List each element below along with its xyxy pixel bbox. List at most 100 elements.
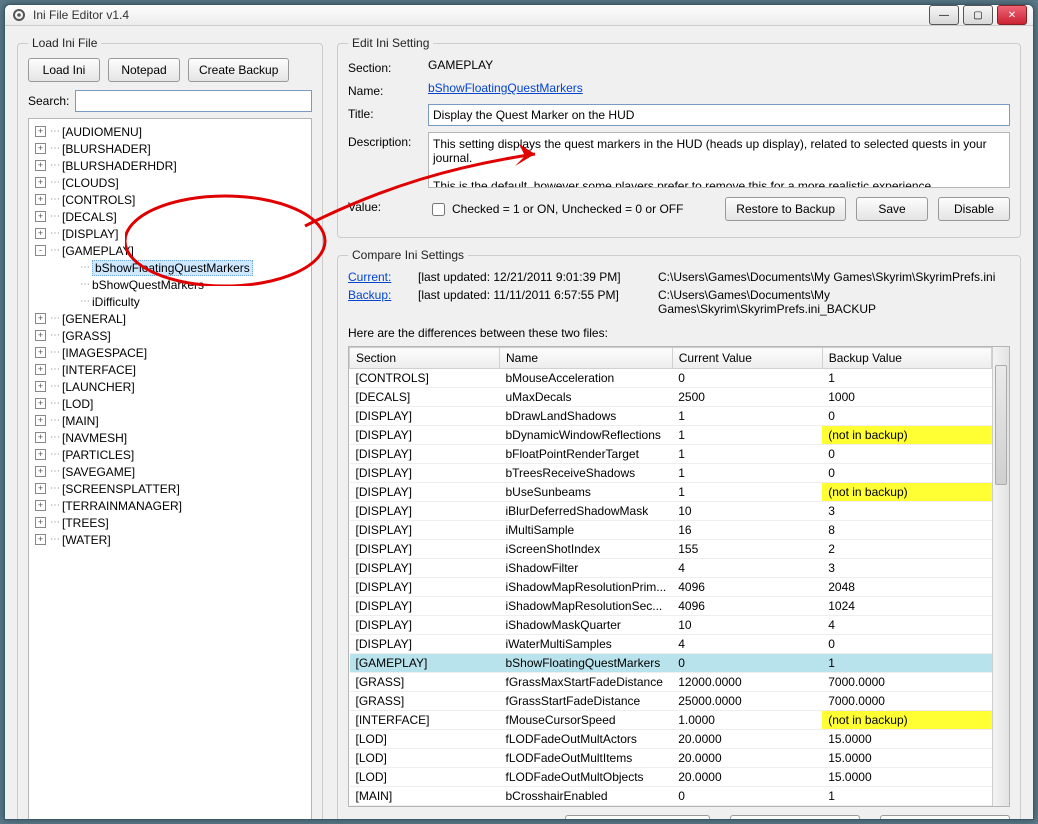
restore-to-backup-button[interactable]: Restore to Backup (725, 197, 846, 221)
title-input[interactable] (428, 104, 1010, 126)
search-input[interactable] (75, 90, 312, 112)
table-row[interactable]: [DISPLAY]iShadowMapResolutionPrim...4096… (350, 578, 992, 597)
minimize-button[interactable]: — (929, 5, 959, 25)
disable-button[interactable]: Disable (938, 197, 1010, 221)
expand-icon[interactable]: + (35, 466, 46, 477)
expand-icon[interactable]: + (35, 517, 46, 528)
table-row[interactable]: [DISPLAY]bUseSunbeams1(not in backup) (350, 483, 992, 502)
expand-icon[interactable]: + (35, 330, 46, 341)
expand-icon[interactable]: + (35, 364, 46, 375)
tree-node[interactable]: +⋯[LOD] (31, 395, 309, 412)
tree-node[interactable]: +⋯[WATER] (31, 531, 309, 548)
table-row[interactable]: [DISPLAY]iShadowFilter43 (350, 559, 992, 578)
table-row[interactable]: [DISPLAY]iShadowMaskQuarter104 (350, 616, 992, 635)
value-checkbox[interactable] (432, 203, 445, 216)
tree-node[interactable]: +⋯[DECALS] (31, 208, 309, 225)
expand-icon[interactable]: + (35, 381, 46, 392)
tree-node[interactable]: +⋯[GENERAL] (31, 310, 309, 327)
table-row[interactable]: [GRASS]fGrassStartFadeDistance25000.0000… (350, 692, 992, 711)
table-row[interactable]: [DISPLAY]iScreenShotIndex1552 (350, 540, 992, 559)
tree-node[interactable]: +⋯[MAIN] (31, 412, 309, 429)
scrollbar-thumb[interactable] (995, 365, 1007, 485)
table-row[interactable]: [CONTROLS]bMouseAcceleration01 (350, 369, 992, 388)
expand-icon[interactable]: + (35, 483, 46, 494)
section-tree[interactable]: +⋯[AUDIOMENU]+⋯[BLURSHADER]+⋯[BLURSHADER… (28, 118, 312, 820)
expand-icon[interactable]: + (35, 500, 46, 511)
merge-in-settings-button[interactable]: Merge In Settings (880, 815, 1010, 820)
tree-node[interactable]: +⋯[SCREENSPLATTER] (31, 480, 309, 497)
cell-name: fLODFadeOutMultItems (500, 749, 673, 768)
load-ini-button[interactable]: Load Ini (28, 58, 100, 82)
table-row[interactable]: [LOD]fLODFadeOutMultObjects20.000015.000… (350, 768, 992, 787)
table-row[interactable]: [DISPLAY]bTreesReceiveShadows10 (350, 464, 992, 483)
tree-node[interactable]: +⋯[PARTICLES] (31, 446, 309, 463)
expand-icon[interactable]: - (35, 245, 46, 256)
load-backup-compare-button[interactable]: Load Backup/Compare (565, 815, 710, 820)
tree-node[interactable]: +⋯[LAUNCHER] (31, 378, 309, 395)
table-row[interactable]: [DISPLAY]bDrawLandShadows10 (350, 407, 992, 426)
table-row[interactable]: [DISPLAY]iBlurDeferredShadowMask103 (350, 502, 992, 521)
tree-node[interactable]: +⋯[CONTROLS] (31, 191, 309, 208)
expand-icon[interactable]: + (35, 143, 46, 154)
col-name[interactable]: Name (500, 348, 673, 369)
tree-node[interactable]: +⋯[SAVEGAME] (31, 463, 309, 480)
description-textarea[interactable]: This setting displays the quest markers … (428, 132, 1010, 188)
table-row[interactable]: [INTERFACE]fMouseCursorSpeed1.0000(not i… (350, 711, 992, 730)
close-button[interactable]: ✕ (997, 5, 1027, 25)
expand-icon[interactable]: + (35, 211, 46, 222)
save-button[interactable]: Save (856, 197, 928, 221)
tree-node[interactable]: +⋯[NAVMESH] (31, 429, 309, 446)
tree-node[interactable]: +⋯[DISPLAY] (31, 225, 309, 242)
backup-link[interactable]: Backup: (348, 288, 408, 316)
expand-icon[interactable]: + (35, 415, 46, 426)
expand-icon[interactable]: + (35, 347, 46, 358)
tree-node[interactable]: -⋯[GAMEPLAY] (31, 242, 309, 259)
table-row[interactable]: [GAMEPLAY]bShowFloatingQuestMarkers01 (350, 654, 992, 673)
build-compare-ini-button[interactable]: Build Compare Ini (730, 815, 860, 820)
expand-icon[interactable]: + (35, 432, 46, 443)
col-current[interactable]: Current Value (672, 348, 822, 369)
maximize-button[interactable]: ▢ (963, 5, 993, 25)
titlebar[interactable]: Ini File Editor v1.4 — ▢ ✕ (5, 5, 1033, 26)
col-backup[interactable]: Backup Value (822, 348, 991, 369)
tree-node[interactable]: +⋯[CLOUDS] (31, 174, 309, 191)
table-row[interactable]: [LOD]fLODFadeOutMultItems20.000015.0000 (350, 749, 992, 768)
table-row[interactable]: [DISPLAY]iShadowMapResolutionSec...40961… (350, 597, 992, 616)
tree-node[interactable]: +⋯[TREES] (31, 514, 309, 531)
setting-name-link[interactable]: bShowFloatingQuestMarkers (428, 81, 583, 95)
expand-icon[interactable]: + (35, 228, 46, 239)
expand-icon[interactable]: + (35, 313, 46, 324)
table-row[interactable]: [LOD]fLODFadeOutMultActors20.000015.0000 (350, 730, 992, 749)
diff-table-container[interactable]: Section Name Current Value Backup Value … (349, 347, 992, 806)
table-row[interactable]: [DISPLAY]iWaterMultiSamples40 (350, 635, 992, 654)
tree-node[interactable]: +⋯[INTERFACE] (31, 361, 309, 378)
expand-icon[interactable]: + (35, 194, 46, 205)
create-backup-button[interactable]: Create Backup (188, 58, 289, 82)
table-row[interactable]: [GRASS]fGrassMaxStartFadeDistance12000.0… (350, 673, 992, 692)
compare-legend: Compare Ini Settings (348, 248, 468, 262)
tree-child-node[interactable]: ⋯iDifficulty (31, 293, 309, 310)
current-link[interactable]: Current: (348, 270, 408, 284)
expand-icon[interactable]: + (35, 449, 46, 460)
tree-node[interactable]: +⋯[AUDIOMENU] (31, 123, 309, 140)
table-row[interactable]: [DECALS]uMaxDecals25001000 (350, 388, 992, 407)
notepad-button[interactable]: Notepad (108, 58, 180, 82)
tree-node[interactable]: +⋯[GRASS] (31, 327, 309, 344)
table-row[interactable]: [MAIN]bCrosshairEnabled01 (350, 787, 992, 806)
tree-node[interactable]: +⋯[BLURSHADER] (31, 140, 309, 157)
expand-icon[interactable]: + (35, 177, 46, 188)
tree-node[interactable]: +⋯[IMAGESPACE] (31, 344, 309, 361)
vertical-scrollbar[interactable] (992, 347, 1009, 806)
table-row[interactable]: [DISPLAY]bFloatPointRenderTarget10 (350, 445, 992, 464)
col-section[interactable]: Section (350, 348, 500, 369)
tree-node[interactable]: +⋯[TERRAINMANAGER] (31, 497, 309, 514)
table-row[interactable]: [DISPLAY]iMultiSample168 (350, 521, 992, 540)
table-row[interactable]: [DISPLAY]bDynamicWindowReflections1(not … (350, 426, 992, 445)
tree-node[interactable]: +⋯[BLURSHADERHDR] (31, 157, 309, 174)
expand-icon[interactable]: + (35, 126, 46, 137)
expand-icon[interactable]: + (35, 398, 46, 409)
expand-icon[interactable]: + (35, 534, 46, 545)
tree-child-node[interactable]: ⋯bShowFloatingQuestMarkers (31, 259, 309, 276)
tree-child-node[interactable]: ⋯bShowQuestMarkers (31, 276, 309, 293)
expand-icon[interactable]: + (35, 160, 46, 171)
